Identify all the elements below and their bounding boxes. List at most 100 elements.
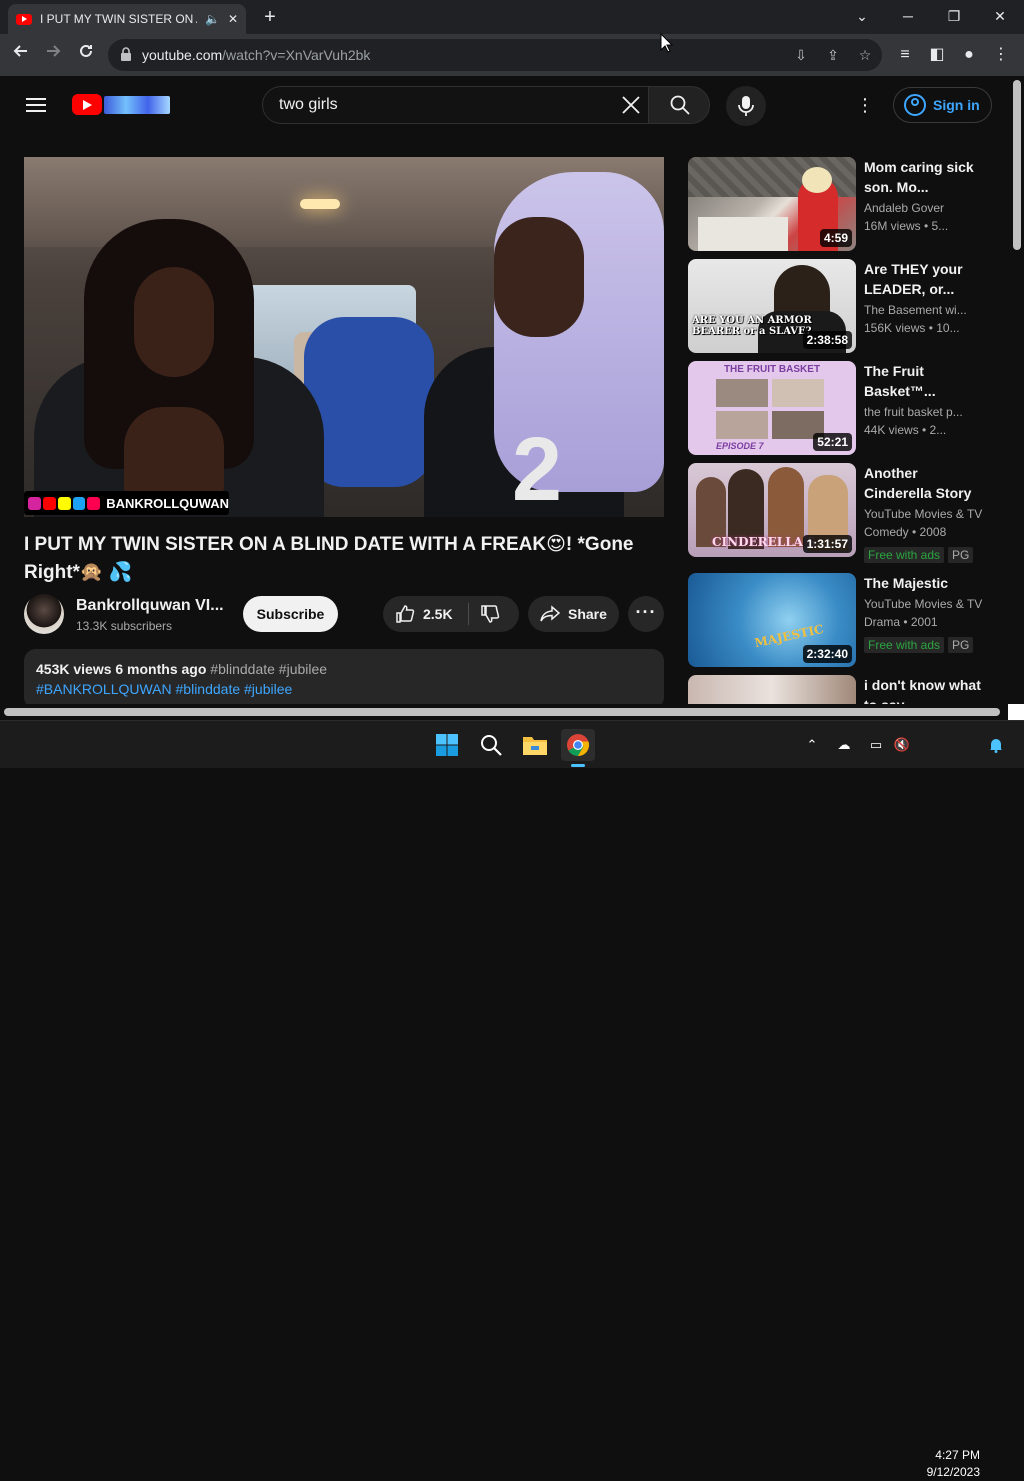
mouse-cursor-icon	[660, 33, 674, 53]
recommendation-item[interactable]: CINDERELLA S 1:31:57 Another Cinderella …	[688, 463, 998, 563]
start-button[interactable]	[430, 729, 464, 761]
video-duration: 2:38:58	[802, 331, 852, 349]
address-bar[interactable]: youtube.com/watch?v=XnVarVuh2bk ⇩ ⇪ ☆	[108, 39, 882, 71]
subscriber-count: 13.3K subscribers	[76, 619, 173, 633]
new-tab-button[interactable]: +	[258, 6, 282, 28]
search-button[interactable]	[648, 86, 710, 124]
recommendation-title[interactable]: The Fruit Basket™...	[864, 361, 988, 401]
show-hidden-icons[interactable]: ⌃	[802, 735, 822, 755]
recommendation-title[interactable]: Mom caring sick son. Mo...	[864, 157, 988, 197]
recommendation-title[interactable]: Another Cinderella Story	[864, 463, 988, 503]
chrome-taskbar-button[interactable]	[561, 729, 595, 761]
recommendation-meta: Drama • 2001	[864, 615, 938, 629]
share-page-icon[interactable]: ⇪	[822, 45, 844, 65]
recommendation-channel[interactable]: YouTube Movies & TV	[864, 597, 988, 611]
channel-name[interactable]: Bankrollquwan VI...	[76, 597, 226, 615]
recommendation-title[interactable]: i don't know what to say	[864, 675, 988, 704]
recommendation-thumbnail[interactable]: MAJESTIC 2:32:40	[688, 573, 856, 667]
clear-search-icon[interactable]	[620, 94, 642, 116]
vertical-scroll-thumb[interactable]	[1013, 80, 1021, 250]
dislike-button[interactable]	[469, 596, 519, 632]
thumbnail-subtext: EPISODE 7	[716, 441, 764, 451]
reload-button[interactable]	[73, 42, 99, 68]
recommendation-channel[interactable]: Andaleb Gover	[864, 201, 988, 215]
profile-icon[interactable]: ●	[956, 42, 982, 68]
taskbar-search-button[interactable]	[474, 729, 508, 761]
browser-title-bar: I PUT MY TWIN SISTER ON A BLIND DATE WIT…	[0, 0, 1024, 34]
subscribe-button[interactable]: Subscribe	[243, 596, 338, 632]
notifications-bell-icon[interactable]	[986, 735, 1006, 755]
minimize-button[interactable]: ─	[888, 4, 928, 28]
hamburger-menu-icon[interactable]	[24, 94, 48, 116]
recommendation-title[interactable]: Are THEY your LEADER, or...	[864, 259, 988, 299]
network-icon[interactable]: ▭	[866, 735, 886, 755]
system-clock[interactable]: 4:27 PM 9/12/2023	[916, 1447, 980, 1481]
youtube-doodle-icon[interactable]	[104, 96, 170, 114]
badge-row: Free with ads PG	[864, 637, 974, 653]
video-duration: 1:31:57	[802, 535, 852, 553]
search-icon	[481, 735, 502, 756]
more-actions-button[interactable]: ···	[628, 596, 664, 632]
clock-time: 4:27 PM	[935, 1448, 980, 1462]
tab-title: I PUT MY TWIN SISTER ON A BLIND DATE WIT…	[40, 12, 197, 26]
description-hashtags[interactable]: #BANKROLLQUWAN #blinddate #jubilee	[36, 679, 652, 699]
browser-tab[interactable]: I PUT MY TWIN SISTER ON A BLIND DATE WIT…	[8, 4, 246, 34]
restore-button[interactable]: ❐	[934, 4, 974, 28]
share-button[interactable]: Share	[528, 596, 619, 632]
recommendation-thumbnail[interactable]: 4:59	[688, 157, 856, 251]
recommendation-meta: 44K views • 2...	[864, 423, 947, 437]
search-icon	[670, 95, 690, 115]
recommendation-thumbnail[interactable]: CINDERELLA S 1:31:57	[688, 463, 856, 557]
share-label: Share	[568, 606, 607, 622]
recommendation-thumbnail[interactable]	[688, 675, 856, 704]
settings-more-icon[interactable]: ⋮	[852, 92, 878, 118]
chrome-logo-icon	[567, 734, 590, 757]
volume-muted-icon[interactable]: 🔇	[892, 735, 912, 755]
like-button[interactable]: 2.5K	[383, 596, 467, 632]
forward-button[interactable]	[40, 42, 66, 68]
media-controls-icon[interactable]: ≡	[892, 42, 918, 68]
back-button[interactable]	[8, 42, 34, 68]
recommendation-item[interactable]: i don't know what to say	[688, 675, 998, 704]
folder-icon	[523, 737, 547, 755]
tab-search-icon[interactable]: ⌄	[842, 4, 882, 28]
channel-avatar[interactable]	[24, 594, 64, 634]
recommendation-channel[interactable]: the fruit basket p...	[864, 405, 988, 419]
description-tags[interactable]: #blinddate #jubilee	[210, 661, 327, 677]
recommendation-item[interactable]: MAJESTIC 2:32:40 The Majestic YouTube Mo…	[688, 573, 998, 669]
recommendation-item[interactable]: 4:59 Mom caring sick son. Mo... Andaleb …	[688, 157, 998, 253]
microphone-icon	[738, 96, 754, 116]
close-window-button[interactable]: ✕	[980, 4, 1020, 28]
youtube-logo[interactable]	[72, 94, 102, 115]
share-arrow-icon	[540, 605, 560, 622]
url-text: youtube.com/watch?v=XnVarVuh2bk	[142, 47, 371, 63]
recommendation-title[interactable]: The Majestic	[864, 573, 988, 593]
install-app-icon[interactable]: ⇩	[790, 45, 812, 65]
sign-in-button[interactable]: Sign in	[893, 87, 992, 123]
youtube-icon	[42, 496, 56, 510]
recommendation-meta: Comedy • 2008	[864, 525, 947, 539]
search-input[interactable]: two girls	[262, 86, 648, 124]
recommendation-channel[interactable]: The Basement wi...	[864, 303, 988, 317]
description-box[interactable]: 453K views 6 months ago #blinddate #jubi…	[24, 649, 664, 709]
recommendation-thumbnail[interactable]: THE FRUIT BASKET EPISODE 7 52:21	[688, 361, 856, 455]
onedrive-icon[interactable]: ☁	[834, 735, 854, 755]
close-tab-icon[interactable]: ✕	[228, 12, 238, 26]
file-explorer-button[interactable]	[518, 729, 552, 761]
recommendation-item[interactable]: ARE YOU AN ARMOR BEARER or a SLAVE? 2:38…	[688, 259, 998, 355]
video-duration: 4:59	[819, 229, 852, 247]
recommendation-thumbnail[interactable]: ARE YOU AN ARMOR BEARER or a SLAVE? 2:38…	[688, 259, 856, 353]
voice-search-button[interactable]	[726, 86, 766, 126]
rating-badge: PG	[948, 547, 974, 563]
chrome-menu-icon[interactable]: ⋮	[988, 42, 1014, 68]
horizontal-scroll-thumb[interactable]	[4, 708, 1000, 716]
bookmark-star-icon[interactable]: ☆	[854, 45, 876, 65]
side-panel-icon[interactable]: ◧	[924, 42, 950, 68]
speaker-icon[interactable]: 🔈	[205, 12, 220, 26]
video-player[interactable]: 2 BANKROLLQUWAN	[24, 157, 664, 517]
recommendation-item[interactable]: THE FRUIT BASKET EPISODE 7 52:21 The Fru…	[688, 361, 998, 457]
active-app-indicator	[571, 764, 585, 767]
video-title: I PUT MY TWIN SISTER ON A BLIND DATE WIT…	[24, 534, 634, 583]
scrollbar-corner	[1008, 704, 1024, 720]
recommendation-channel[interactable]: YouTube Movies & TV	[864, 507, 988, 521]
